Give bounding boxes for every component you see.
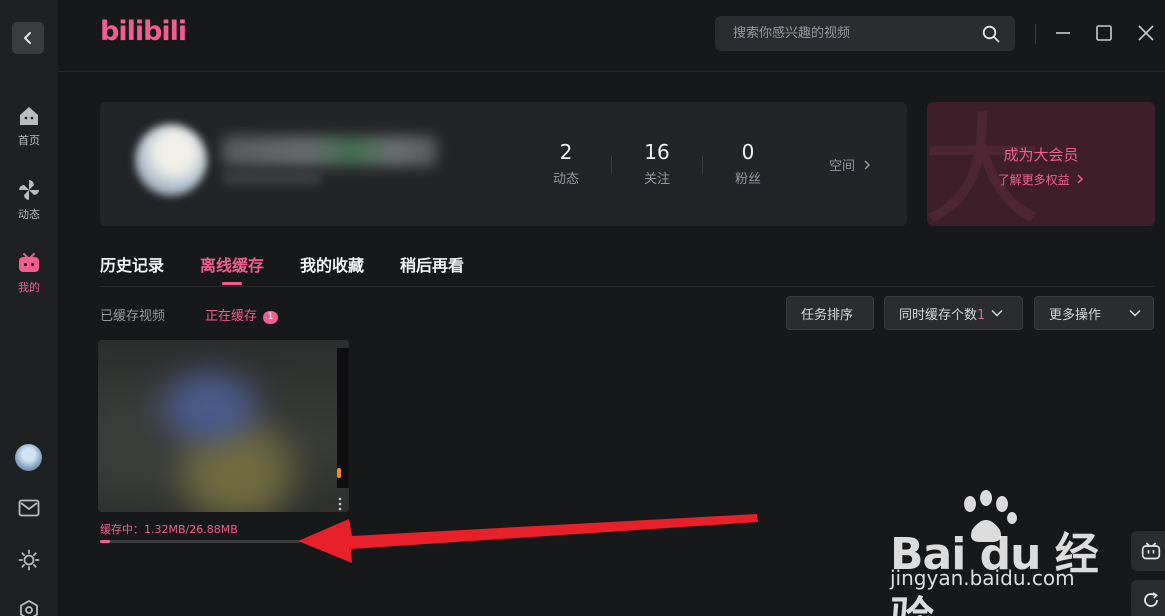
active-tab-indicator [222,282,242,285]
theme-sun-icon [18,549,40,571]
more-actions-label: 更多操作 [1049,307,1102,323]
bilibili-logo: bilibili [100,16,187,47]
space-link-label: 空间 [829,159,856,174]
tab-history[interactable]: 历史记录 [100,252,164,276]
theme-button[interactable] [15,546,43,574]
profile-card: 2 动态 16 关注 0 粉丝 空间 [100,102,907,226]
home-icon [20,107,38,125]
watermark-sub: jingyan.baidu.com [890,566,1075,590]
stat-label: 粉丝 [734,172,761,187]
float-tv-button[interactable] [1131,531,1165,571]
header-divider [58,71,1165,72]
search-icon [982,25,1000,42]
concurrent-cache-select[interactable]: 同时缓存个数1 [884,296,1023,330]
window-controls-divider [1035,24,1036,44]
close-icon [1138,25,1154,41]
search-button[interactable] [967,16,1015,51]
subtab-caching-label: 正在缓存 [205,309,258,324]
video-more-button[interactable] [334,496,346,512]
app-window: 首页 动态 我的 bilibili 搜索你感兴趣的视频 2 动态 16 关注 0… [0,0,1165,616]
sidebar-item-home[interactable]: 首页 [0,104,58,148]
settings-icon [20,599,38,616]
tab-divider [100,286,1155,287]
mail-button[interactable] [15,494,43,522]
sidebar-item-mine[interactable]: 我的 [0,251,58,295]
stat-value: 0 [741,140,755,164]
cache-progress-bar [100,540,300,543]
search-bar [715,16,1015,51]
profile-level-blurred [222,172,322,184]
chevron-down-icon [991,309,1003,317]
stat-dynamic[interactable]: 2 动态 [531,140,601,187]
stat-divider [611,156,612,174]
tv-icon [19,253,39,272]
sidebar: 首页 动态 我的 [0,0,58,616]
cache-progress-fill [100,540,110,543]
stat-label: 动态 [552,172,579,187]
stat-following[interactable]: 16 关注 [622,140,692,187]
subtab-caching[interactable]: 正在缓存 1 [205,305,279,324]
stat-value: 16 [644,140,670,164]
stat-divider [702,156,703,174]
vip-title: 成为大会员 [1003,146,1079,164]
tab-watch-later[interactable]: 稍后再看 [400,252,464,276]
more-vertical-icon [338,497,342,511]
maximize-icon [1096,25,1112,41]
stat-value: 2 [559,140,573,164]
task-sort-label: 任务排序 [801,307,854,323]
chevron-left-icon [24,32,31,44]
pinwheel-icon [19,180,39,200]
sidebar-item-label: 动态 [18,208,40,221]
mail-icon [18,499,40,517]
tab-favorites[interactable]: 我的收藏 [300,252,364,276]
refresh-button[interactable] [1131,580,1165,616]
concurrent-cache-label: 同时缓存个数 [899,307,978,323]
cache-status-text: 缓存中：1.32MB/26.88MB [100,523,238,536]
vip-subtitle-label: 了解更多权益 [997,173,1070,187]
task-sort-button[interactable]: 任务排序 [786,296,874,330]
chevron-down-icon [1129,309,1141,317]
minimize-button[interactable] [1052,22,1074,44]
refresh-icon [1144,592,1158,607]
count-badge: 1 [263,311,279,324]
back-button[interactable] [12,22,44,54]
sidebar-item-label: 首页 [18,134,40,147]
thumbnail-edge [337,348,349,488]
chevron-right-icon [864,160,871,170]
baidu-watermark: Bai du 经验 jingyan.baidu.com [890,490,1110,616]
stat-followers[interactable]: 0 粉丝 [713,140,783,187]
space-link[interactable]: 空间 [829,155,871,174]
stat-label: 关注 [643,172,670,187]
more-actions-select[interactable]: 更多操作 [1034,296,1154,330]
video-thumbnail[interactable] [98,340,349,512]
thumbnail-image-blurred [98,340,349,512]
concurrent-cache-text: 同时缓存个数1 [885,304,991,323]
vip-subtitle: 了解更多权益 [927,171,1155,188]
tab-offline-cache[interactable]: 离线缓存 [200,252,264,276]
settings-button[interactable] [15,596,43,616]
profile-avatar[interactable] [135,124,207,196]
close-button[interactable] [1135,22,1157,44]
minimize-icon [1056,32,1070,34]
chevron-right-icon [1077,174,1084,184]
tv-icon [1141,542,1161,560]
avatar[interactable] [15,444,42,471]
thumbnail-marker [337,468,341,478]
maximize-button[interactable] [1093,22,1115,44]
sidebar-item-dynamic[interactable]: 动态 [0,178,58,222]
sidebar-item-label: 我的 [18,281,40,294]
search-input[interactable] [715,26,967,41]
profile-name-blurred [222,136,437,166]
concurrent-cache-value: 1 [977,307,986,323]
vip-decoration: 大 [927,102,1042,227]
vip-card[interactable]: 大 成为大会员 了解更多权益 [927,102,1155,226]
subtab-cached[interactable]: 已缓存视频 [100,305,165,324]
